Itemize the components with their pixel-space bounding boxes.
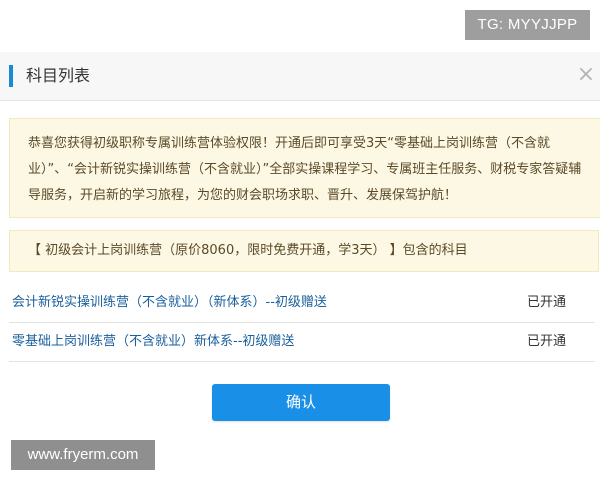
site-watermark: www.fryerm.com — [11, 440, 155, 470]
page: TG: MYYJJPP 科目列表 × 恭喜您获得初级职称专属训练营体验权限！开通… — [0, 0, 600, 480]
course-list: 会计新锐实操训练营（不含就业）（新体系）--初级赠送 已开通 零基础上岗训练营（… — [9, 284, 595, 362]
dialog-title: 科目列表 — [26, 66, 91, 85]
notice-message: 恭喜您获得初级职称专属训练营体验权限！开通后即可享受3天“零基础上岗训练营（不含… — [9, 118, 600, 218]
course-row: 会计新锐实操训练营（不含就业）（新体系）--初级赠送 已开通 — [9, 284, 595, 323]
course-list-dialog: 科目列表 × 恭喜您获得初级职称专属训练营体验权限！开通后即可享受3天“零基础上… — [0, 52, 600, 480]
close-icon[interactable]: × — [574, 63, 598, 87]
title-accent-bar — [9, 65, 13, 87]
dialog-header: 科目列表 × — [0, 52, 600, 101]
confirm-button[interactable]: 确认 — [212, 384, 390, 421]
course-row: 零基础上岗训练营（不含就业）新体系--初级赠送 已开通 — [9, 323, 595, 362]
telegram-watermark: TG: MYYJJPP — [465, 10, 590, 40]
course-link[interactable]: 会计新锐实操训练营（不含就业）（新体系）--初级赠送 — [12, 284, 327, 322]
course-status: 已开通 — [527, 334, 567, 349]
course-status: 已开通 — [527, 295, 567, 310]
camp-header: 【 初级会计上岗训练营（原价8060，限时免费开通，学3天） 】包含的科目 — [9, 230, 599, 272]
course-link[interactable]: 零基础上岗训练营（不含就业）新体系--初级赠送 — [12, 323, 294, 361]
